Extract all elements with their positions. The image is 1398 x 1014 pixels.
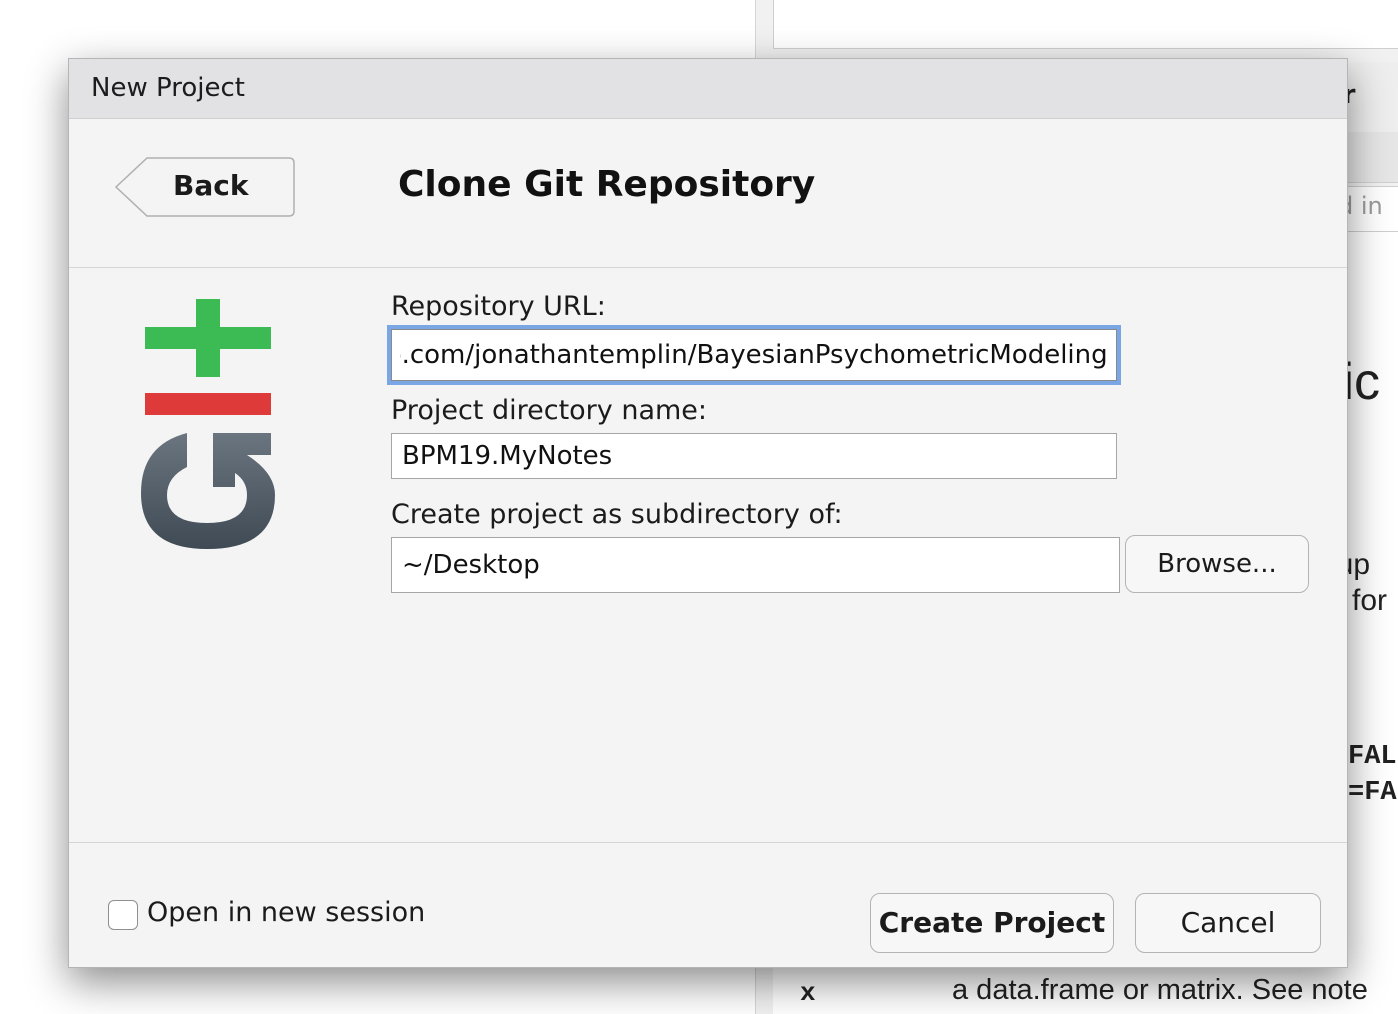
project-dir-label: Project directory name: [391,395,707,426]
help-code-line: =FA [1348,778,1397,808]
project-dir-input[interactable] [391,433,1117,479]
back-button[interactable]: Back [115,157,295,217]
dialog-title: New Project [91,73,245,103]
cancel-button[interactable]: Cancel [1135,893,1321,953]
browse-button[interactable]: Browse... [1125,535,1309,593]
repo-url-input[interactable] [391,329,1117,381]
environment-pane-box [773,0,1398,49]
repo-url-label: Repository URL: [391,291,606,322]
open-new-session-checkbox[interactable] [108,900,138,930]
git-logo-icon [141,299,275,549]
open-new-session-label[interactable]: Open in new session [147,897,425,928]
help-text-line: for [1352,584,1388,617]
help-argument-description: a data.frame or matrix. See note [952,974,1368,1006]
help-argument-name: x [800,978,816,1008]
create-project-button[interactable]: Create Project [870,893,1114,953]
new-project-dialog: New Project Back Clone Git Repository Re… [68,58,1348,968]
subdir-input[interactable] [391,537,1120,593]
dialog-titlebar[interactable]: New Project [69,59,1347,119]
page-title: Clone Git Repository [398,164,816,205]
help-code-line: FAL [1348,742,1397,772]
subdir-label: Create project as subdirectory of: [391,499,843,530]
back-button-label: Back [173,169,249,202]
